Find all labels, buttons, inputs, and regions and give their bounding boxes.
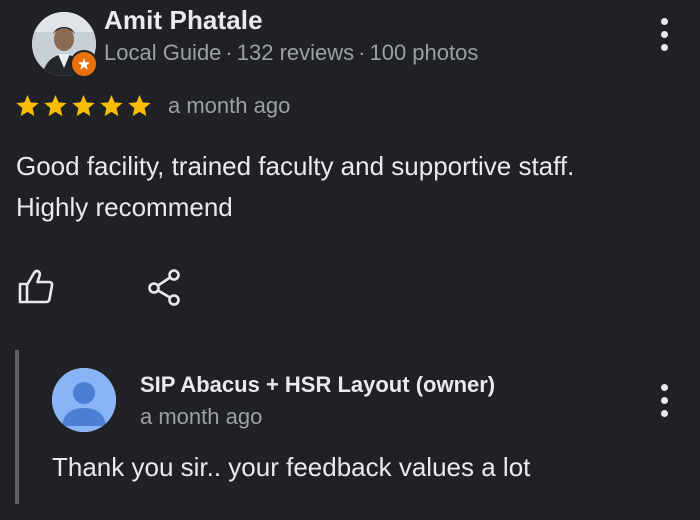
rating-row: a month ago [14, 93, 290, 119]
thumb-up-icon [18, 269, 54, 304]
meta-separator: · [225, 40, 233, 65]
owner-reply-text: Thank you sir.. your feedback values a l… [52, 452, 531, 482]
like-button[interactable] [16, 268, 56, 306]
review-more-options-icon[interactable] [652, 14, 676, 54]
reviewer-meta: Local Guide · 132 reviews · 100 photos [104, 40, 478, 66]
share-button[interactable] [146, 268, 184, 306]
review-text-line: Highly recommend [16, 192, 233, 222]
review-text: Good facility, trained faculty and suppo… [16, 146, 676, 228]
star-rating [14, 93, 153, 119]
meta-separator: · [358, 40, 366, 65]
star-icon [16, 94, 39, 117]
photos-count: 100 photos [369, 40, 479, 65]
review-text-line: Good facility, trained faculty and suppo… [16, 151, 575, 181]
reviewer-role: Local Guide [104, 40, 222, 65]
star-icon [72, 94, 95, 117]
reply-divider [15, 350, 19, 504]
reviewer-avatar[interactable] [16, 6, 98, 78]
owner-reply-time: a month ago [140, 404, 263, 429]
reply-more-options-icon[interactable] [652, 380, 676, 420]
star-icon [128, 94, 151, 117]
review-time: a month ago [168, 93, 291, 118]
local-guide-badge-icon [70, 50, 98, 78]
person-icon [52, 368, 116, 432]
star-icon [44, 94, 67, 117]
share-icon [148, 269, 180, 306]
owner-avatar[interactable] [52, 368, 116, 432]
reviews-count: 132 reviews [236, 40, 355, 65]
star-icon [100, 94, 123, 117]
reviewer-name[interactable]: Amit Phatale [104, 5, 263, 36]
owner-name[interactable]: SIP Abacus + HSR Layout (owner) [140, 372, 495, 398]
review-card: Amit Phatale Local Guide · 132 reviews · 100… [0, 0, 700, 520]
